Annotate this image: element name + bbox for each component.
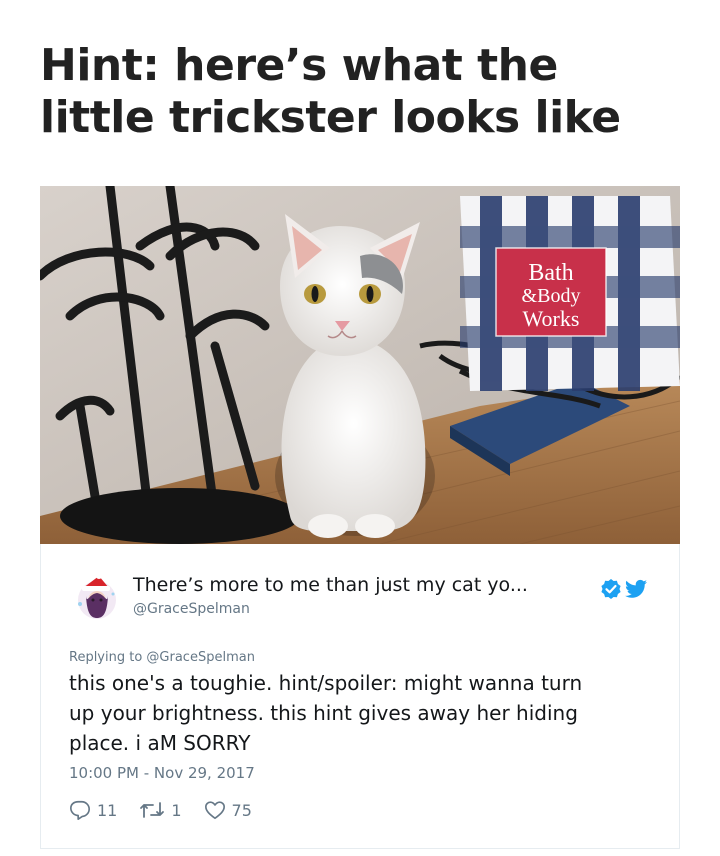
cat-photo: Bath &Body Works — [40, 186, 680, 544]
retweet-icon — [140, 802, 165, 818]
tweet-actions: 11 1 75 — [69, 798, 252, 822]
avatar[interactable] — [77, 573, 117, 620]
heart-icon — [204, 801, 225, 820]
tweet-text-line-3: place. i aM SORRY — [69, 731, 251, 755]
like-button[interactable]: 75 — [204, 799, 252, 821]
twitter-bird-icon[interactable] — [625, 579, 647, 599]
shopping-bag: Bath &Body Works — [460, 196, 680, 391]
retweet-count: 1 — [171, 800, 182, 820]
timestamp[interactable]: 10:00 PM - Nov 29, 2017 — [69, 764, 255, 782]
tweet-text: this one's a toughie. hint/spoiler: migh… — [69, 668, 659, 758]
display-name[interactable]: There’s more to me than just my cat yo..… — [133, 574, 528, 596]
handle[interactable]: @GraceSpelman — [133, 601, 250, 617]
tweet-text-line-1: this one's a toughie. hint/spoiler: migh… — [69, 671, 583, 695]
bag-logo-line-3: Works — [523, 306, 580, 331]
bag-logo-line-2: &Body — [522, 285, 581, 307]
headline-line-2: little trickster looks like — [40, 92, 621, 143]
retweet-button[interactable]: 1 — [139, 799, 182, 821]
cat-photo-illustration: Bath &Body Works — [40, 186, 680, 544]
tweet-card[interactable]: There’s more to me than just my cat yo..… — [40, 544, 680, 849]
headline-line-1: Hint: here’s what the — [40, 40, 558, 91]
verified-badge-icon — [601, 579, 621, 599]
tweet-text-line-2: up your brightness. this hint gives away… — [69, 701, 578, 725]
replying-to[interactable]: Replying to @GraceSpelman — [69, 650, 255, 665]
reply-icon — [70, 800, 90, 820]
headline: Hint: here’s what the little trickster l… — [40, 40, 680, 144]
reply-button[interactable]: 11 — [69, 799, 117, 821]
like-count: 75 — [231, 800, 252, 820]
bag-logo-line-1: Bath — [528, 260, 573, 286]
reply-count: 11 — [97, 800, 118, 820]
